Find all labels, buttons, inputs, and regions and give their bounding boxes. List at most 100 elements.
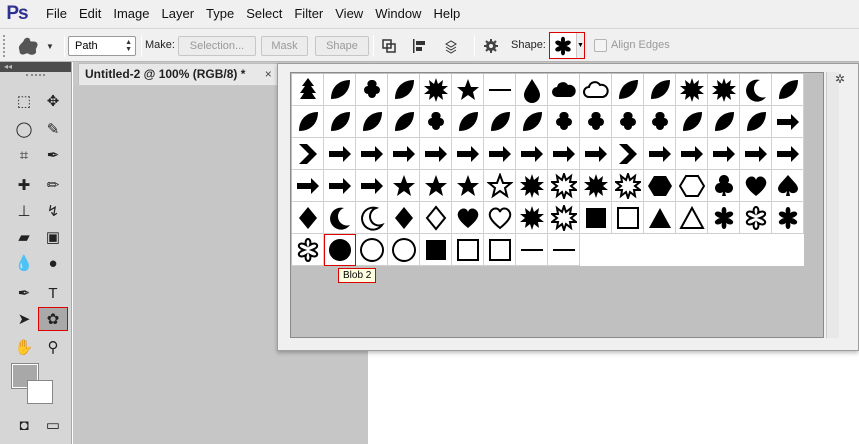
fleur-icon[interactable] [420, 106, 452, 138]
diamond-2-icon[interactable] [388, 202, 420, 234]
menu-view[interactable]: View [329, 0, 369, 28]
cloud-icon[interactable] [548, 74, 580, 106]
square-outline-icon[interactable] [484, 234, 516, 266]
shape-picker-button[interactable]: ▼ [549, 32, 585, 59]
blob-1-outline-icon[interactable] [740, 202, 772, 234]
fern-icon[interactable] [484, 106, 516, 138]
raindrop-icon[interactable] [516, 74, 548, 106]
options-bar-grip[interactable] [3, 35, 7, 57]
align-edges-checkbox[interactable] [594, 39, 607, 52]
blob-1-icon[interactable] [708, 202, 740, 234]
flower-1-icon[interactable] [580, 106, 612, 138]
badge-2-outline-icon[interactable] [548, 202, 580, 234]
curve-arrow-2-icon[interactable] [324, 170, 356, 202]
circle-ring-icon[interactable] [356, 234, 388, 266]
leaf-3-icon[interactable] [324, 106, 356, 138]
flower-2-icon[interactable] [612, 106, 644, 138]
leaf-4-icon[interactable] [356, 106, 388, 138]
sun-icon[interactable] [420, 74, 452, 106]
eraser-icon[interactable]: ▰ [9, 225, 39, 249]
grass-3-icon[interactable] [740, 106, 772, 138]
crescent-icon[interactable] [324, 202, 356, 234]
gear-icon[interactable] [480, 36, 502, 56]
eyedropper-icon[interactable]: ✒ [38, 143, 68, 167]
dodge-icon[interactable]: ● [38, 251, 68, 275]
diamond-outline-icon[interactable] [420, 202, 452, 234]
leaf-2-icon[interactable] [292, 106, 324, 138]
type-icon[interactable]: T [38, 281, 68, 305]
ornament-icon[interactable] [516, 106, 548, 138]
turn-arrow-icon[interactable] [356, 170, 388, 202]
shape-button[interactable]: Shape [315, 36, 369, 56]
arrow-9-icon[interactable] [548, 138, 580, 170]
rect-marquee-icon[interactable]: ⬚ [9, 89, 39, 113]
pentagon-arrow-icon[interactable] [612, 138, 644, 170]
menu-file[interactable]: File [34, 0, 73, 28]
club-icon[interactable] [708, 170, 740, 202]
arrow-10-icon[interactable] [580, 138, 612, 170]
waves-icon[interactable] [484, 74, 516, 106]
cloud-outline-icon[interactable] [580, 74, 612, 106]
arrow-14-icon[interactable] [740, 138, 772, 170]
circle-icon[interactable] [324, 234, 356, 266]
grass-2-icon[interactable] [708, 106, 740, 138]
grass-icon[interactable] [324, 74, 356, 106]
curve-arrow-icon[interactable] [292, 170, 324, 202]
menu-select[interactable]: Select [240, 0, 288, 28]
arrow-3-icon[interactable] [356, 138, 388, 170]
lasso-icon[interactable]: ◯ [9, 117, 39, 141]
path-select-icon[interactable]: ➤ [9, 307, 39, 331]
maple-leaf-icon[interactable] [388, 106, 420, 138]
lightning-icon[interactable] [612, 74, 644, 106]
square-icon[interactable] [420, 234, 452, 266]
leaf-clover-icon[interactable] [356, 74, 388, 106]
custom-shape-icon[interactable]: ✿ [38, 307, 68, 331]
mode-select[interactable]: Path ▲ ▼ [68, 36, 136, 56]
star-outline-icon[interactable] [484, 170, 516, 202]
healing-brush-icon[interactable]: ✚ [9, 173, 39, 197]
badge-outline-icon[interactable] [548, 170, 580, 202]
path-operations-icon[interactable] [378, 36, 400, 56]
starburst-2-icon[interactable] [388, 170, 420, 202]
starburst-icon[interactable] [452, 74, 484, 106]
arrow-4-icon[interactable] [388, 138, 420, 170]
star-icon[interactable] [452, 170, 484, 202]
arrow-6-icon[interactable] [452, 138, 484, 170]
toolbox-collapse[interactable]: ◂◂ [0, 62, 71, 72]
arrow-12-icon[interactable] [676, 138, 708, 170]
document-tab[interactable]: Untitled-2 @ 100% (RGB/8) * × [78, 63, 279, 85]
square-rounded-icon[interactable] [580, 202, 612, 234]
leaf-1-icon[interactable] [772, 74, 804, 106]
document-canvas[interactable] [368, 350, 859, 444]
arrow-11-icon[interactable] [644, 138, 676, 170]
triangle-icon[interactable] [644, 202, 676, 234]
splatter-icon[interactable] [676, 106, 708, 138]
arrow-15-icon[interactable] [772, 138, 804, 170]
blob-2-icon[interactable] [772, 202, 804, 234]
quick-mask-icon[interactable]: ◘ [9, 413, 39, 437]
diamond-icon[interactable] [292, 202, 324, 234]
moon-icon[interactable] [740, 74, 772, 106]
menu-image[interactable]: Image [107, 0, 155, 28]
blob-2-outline-icon[interactable] [292, 234, 324, 266]
path-arrangement-icon[interactable] [440, 36, 462, 56]
arrow-5-icon[interactable] [420, 138, 452, 170]
pen-icon[interactable]: ✒ [9, 281, 39, 305]
quick-select-icon[interactable]: ✎ [38, 117, 68, 141]
tool-preset-picker[interactable]: ▼ [16, 35, 60, 57]
menu-layer[interactable]: Layer [156, 0, 201, 28]
badge-2-icon[interactable] [516, 202, 548, 234]
four-leaf-icon[interactable] [548, 106, 580, 138]
hexagon-outline-icon[interactable] [676, 170, 708, 202]
tree-icon[interactable] [292, 74, 324, 106]
spade-icon[interactable] [772, 170, 804, 202]
menu-type[interactable]: Type [200, 0, 240, 28]
menu-help[interactable]: Help [427, 0, 466, 28]
snowflake-2-icon[interactable] [708, 74, 740, 106]
background-color-swatch[interactable] [27, 380, 53, 404]
menu-filter[interactable]: Filter [288, 0, 329, 28]
arrow-13-icon[interactable] [708, 138, 740, 170]
blur-icon[interactable]: 💧 [9, 251, 39, 275]
arrow-2-icon[interactable] [324, 138, 356, 170]
heart-2-icon[interactable] [452, 202, 484, 234]
